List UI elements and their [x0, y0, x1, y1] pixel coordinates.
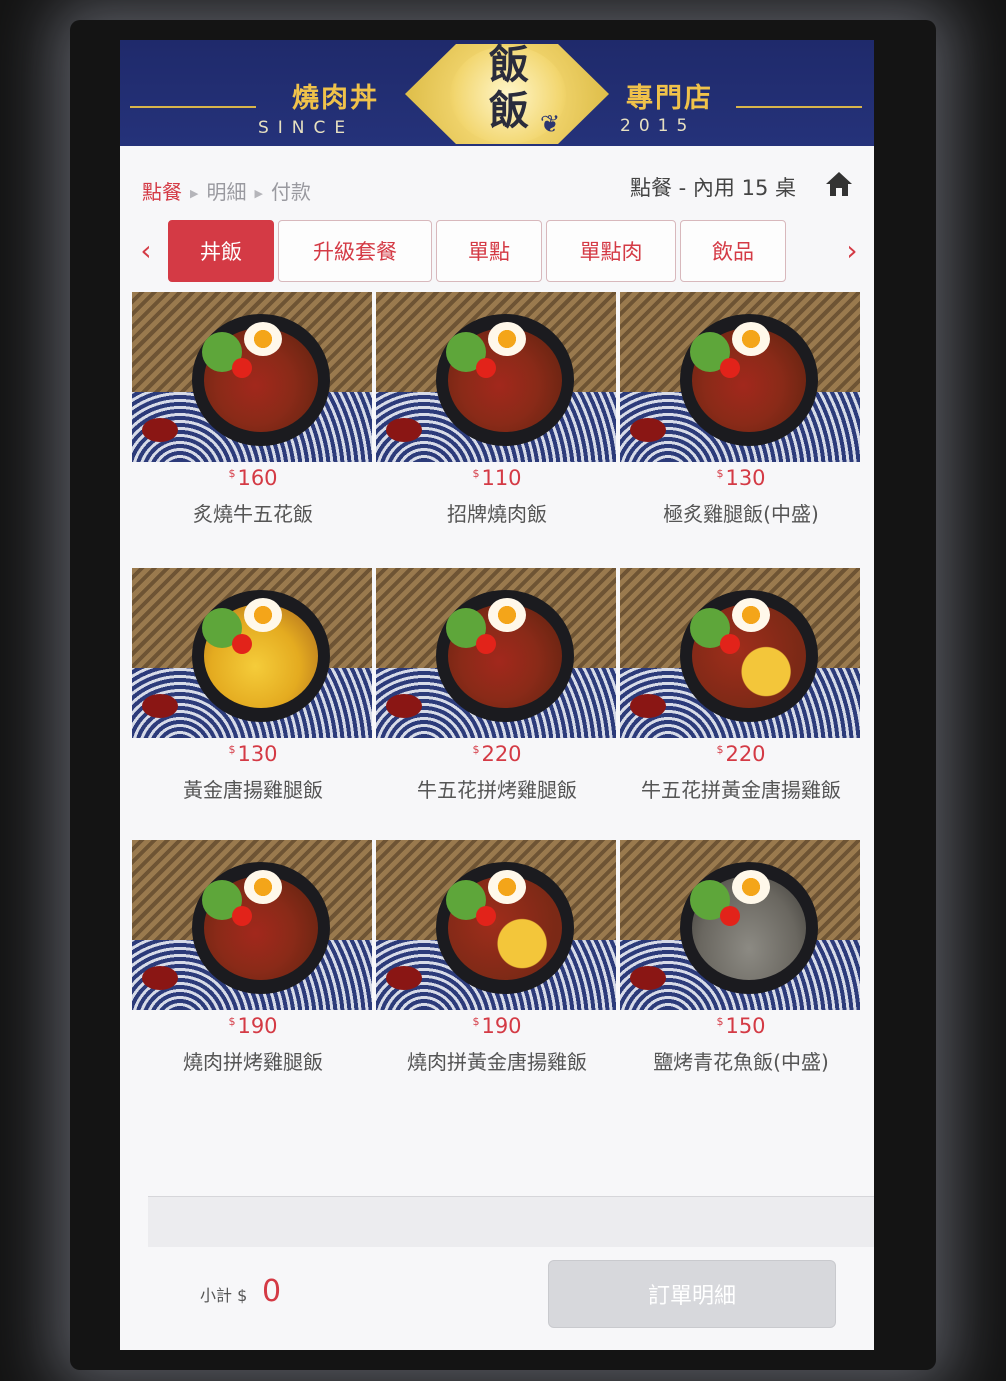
menu-item-card[interactable]: $150 鹽烤青花魚飯(中盛)	[620, 840, 862, 1110]
tab-single-meat[interactable]: 單點肉	[546, 220, 676, 282]
menu-item-name: 牛五花拼烤雞腿飯	[417, 778, 577, 802]
subtotal-value: 0	[262, 1274, 282, 1309]
subtotal-label: 小計 $	[200, 1286, 248, 1305]
menu-grid: $160 炙燒牛五花飯 $110 招牌燒肉飯 $130 極炙雞腿飯(中盛) $1…	[132, 292, 862, 1092]
footer-strip	[148, 1197, 874, 1247]
breadcrumb-step-payment[interactable]: 付款	[271, 180, 311, 204]
header-banner: 燒肉丼 專門店 SINCE 2015 飯飯 ❦	[120, 40, 874, 146]
food-photo	[620, 840, 860, 1010]
food-photo	[376, 568, 616, 738]
menu-item-card[interactable]: $130 極炙雞腿飯(中盛)	[620, 292, 862, 562]
breadcrumb-separator-icon: ▶	[254, 187, 263, 200]
menu-item-name: 黃金唐揚雞腿飯	[183, 778, 323, 802]
food-photo	[620, 292, 860, 462]
tab-single-item[interactable]: 單點	[436, 220, 542, 282]
logo-text: 飯飯	[489, 41, 529, 134]
tab-donburi[interactable]: 丼飯	[168, 220, 274, 282]
menu-item-card[interactable]: $130 黃金唐揚雞腿飯	[132, 568, 374, 838]
top-bar: 點餐 ▶ 明細 ▶ 付款 點餐 - 內用 15 桌	[120, 146, 874, 216]
menu-item-price: $130	[716, 466, 766, 490]
breadcrumb: 點餐 ▶ 明細 ▶ 付款	[142, 176, 311, 205]
chevron-left-icon[interactable]: ‹	[134, 234, 158, 267]
menu-item-card[interactable]: $190 燒肉拼烤雞腿飯	[132, 840, 374, 1110]
year-text: 2015	[620, 116, 696, 136]
menu-item-price: $190	[472, 1014, 522, 1038]
breadcrumb-step-order[interactable]: 點餐	[142, 180, 182, 204]
menu-item-price: $190	[228, 1014, 278, 1038]
order-details-button[interactable]: 訂單明細	[548, 1260, 836, 1328]
food-photo	[376, 840, 616, 1010]
kiosk-screen: 燒肉丼 專門店 SINCE 2015 飯飯 ❦ 點餐 ▶ 明細 ▶ 付款 點餐 - 內用…	[120, 40, 874, 1350]
menu-item-price: $220	[472, 742, 522, 766]
menu-item-name: 牛五花拼黃金唐揚雞飯	[641, 778, 841, 802]
menu-item-card[interactable]: $160 炙燒牛五花飯	[132, 292, 374, 562]
food-photo	[376, 292, 616, 462]
menu-item-name: 鹽烤青花魚飯(中盛)	[653, 1050, 829, 1074]
menu-item-card[interactable]: $220 牛五花拼黃金唐揚雞飯	[620, 568, 862, 838]
food-photo	[132, 568, 372, 738]
menu-item-price: $160	[228, 466, 278, 490]
food-photo	[132, 840, 372, 1010]
chevron-right-icon[interactable]: ›	[840, 234, 864, 267]
category-tabs: ‹ 丼飯 升級套餐 單點 單點肉 飲品 ›	[120, 220, 874, 286]
table-status: 點餐 - 內用 15 桌	[630, 176, 797, 200]
ordering-panel: 點餐 ▶ 明細 ▶ 付款 點餐 - 內用 15 桌 ‹ 丼飯 升級套餐 單點 單點肉 飲…	[120, 146, 874, 1350]
menu-item-name: 燒肉拼烤雞腿飯	[183, 1050, 323, 1074]
tab-upgrade-set[interactable]: 升級套餐	[278, 220, 432, 282]
breadcrumb-separator-icon: ▶	[190, 187, 199, 200]
tab-drinks[interactable]: 飲品	[680, 220, 786, 282]
menu-item-card[interactable]: $110 招牌燒肉飯	[376, 292, 618, 562]
menu-item-name: 燒肉拼黃金唐揚雞飯	[407, 1050, 587, 1074]
brand-left-text: 燒肉丼	[292, 83, 379, 114]
breadcrumb-step-details[interactable]: 明細	[206, 180, 246, 204]
menu-item-price: $150	[716, 1014, 766, 1038]
since-text: SINCE	[258, 118, 355, 138]
banner-line-left	[130, 106, 256, 108]
menu-item-price: $220	[716, 742, 766, 766]
menu-item-price: $110	[472, 466, 522, 490]
banner-line-right	[736, 106, 862, 108]
menu-item-name: 極炙雞腿飯(中盛)	[663, 502, 819, 526]
menu-item-name: 招牌燒肉飯	[447, 502, 547, 526]
home-icon[interactable]	[824, 170, 854, 198]
menu-item-card[interactable]: $220 牛五花拼烤雞腿飯	[376, 568, 618, 838]
food-photo	[620, 568, 860, 738]
menu-item-price: $130	[228, 742, 278, 766]
menu-item-name: 炙燒牛五花飯	[193, 502, 313, 526]
menu-item-card[interactable]: $190 燒肉拼黃金唐揚雞飯	[376, 840, 618, 1110]
brand-right-text: 專門店	[626, 83, 713, 114]
leaf-icon: ❦	[540, 110, 561, 138]
food-photo	[132, 292, 372, 462]
